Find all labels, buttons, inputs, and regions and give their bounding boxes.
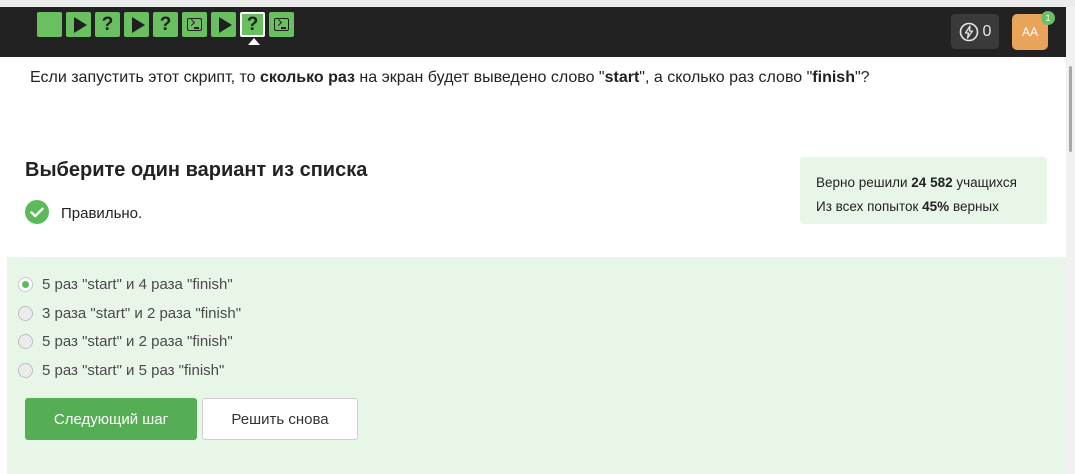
answer-option-2[interactable]: 3 раза "start" и 2 раза "finish" bbox=[18, 305, 241, 322]
browser-top-edge bbox=[0, 0, 1075, 7]
step-7-video[interactable] bbox=[211, 12, 236, 37]
option-label: 3 раза "start" и 2 раза "finish" bbox=[42, 305, 242, 322]
radio-unselected[interactable] bbox=[18, 306, 33, 321]
question-icon: ? bbox=[101, 13, 114, 35]
question-icon: ? bbox=[246, 13, 259, 35]
question-text: Если запустить этот скрипт, то сколько р… bbox=[30, 69, 870, 86]
terminal-icon bbox=[187, 18, 202, 31]
step-8-quiz-current[interactable]: ? bbox=[240, 12, 265, 45]
question-icon: ? bbox=[159, 13, 172, 35]
option-label: 5 раз "start" и 5 раз "finish" bbox=[42, 362, 225, 379]
answer-option-1[interactable]: 5 раз "start" и 4 раза "finish" bbox=[18, 276, 233, 293]
stats-solved: Верно решили 24 582 учащихся bbox=[816, 175, 1017, 190]
solve-again-button[interactable]: Решить снова bbox=[202, 398, 358, 440]
step-4-video[interactable] bbox=[124, 12, 149, 37]
step-navigation: ? ? ? bbox=[37, 12, 294, 45]
option-label: 5 раз "start" и 4 раза "finish" bbox=[42, 276, 233, 293]
correct-check-icon bbox=[25, 200, 49, 224]
lightning-icon bbox=[959, 22, 978, 41]
terminal-icon bbox=[274, 18, 289, 31]
energy-count: 0 bbox=[982, 22, 992, 40]
energy-counter[interactable]: 0 bbox=[951, 14, 999, 49]
answer-option-4[interactable]: 5 раз "start" и 5 раз "finish" bbox=[18, 362, 224, 379]
task-heading: Выберите один вариант из списка bbox=[25, 159, 368, 181]
play-icon bbox=[73, 16, 87, 33]
step-5-quiz[interactable]: ? bbox=[153, 12, 178, 37]
current-step-caret bbox=[248, 38, 260, 45]
notification-badge[interactable]: 1 bbox=[1041, 11, 1055, 25]
radio-selected[interactable] bbox=[18, 277, 33, 292]
scrollbar-thumb[interactable] bbox=[1069, 66, 1072, 152]
radio-unselected[interactable] bbox=[18, 363, 33, 378]
step-9-code[interactable] bbox=[269, 12, 294, 37]
stats-attempts: Из всех попыток 45% верных bbox=[816, 199, 999, 214]
play-icon bbox=[131, 16, 145, 33]
stats-panel: Верно решили 24 582 учащихся Из всех поп… bbox=[800, 157, 1047, 224]
play-icon bbox=[218, 16, 232, 33]
step-3-quiz[interactable]: ? bbox=[95, 12, 120, 37]
step-2-video[interactable] bbox=[66, 12, 91, 37]
step-1-blank[interactable] bbox=[37, 12, 62, 37]
option-label: 5 раз "start" и 2 раза "finish" bbox=[42, 333, 233, 350]
answer-option-3[interactable]: 5 раз "start" и 2 раза "finish" bbox=[18, 333, 233, 350]
result-status: Правильно. bbox=[61, 205, 143, 222]
radio-unselected[interactable] bbox=[18, 334, 33, 349]
step-6-code[interactable] bbox=[182, 12, 207, 37]
next-step-button[interactable]: Следующий шаг bbox=[25, 398, 197, 440]
